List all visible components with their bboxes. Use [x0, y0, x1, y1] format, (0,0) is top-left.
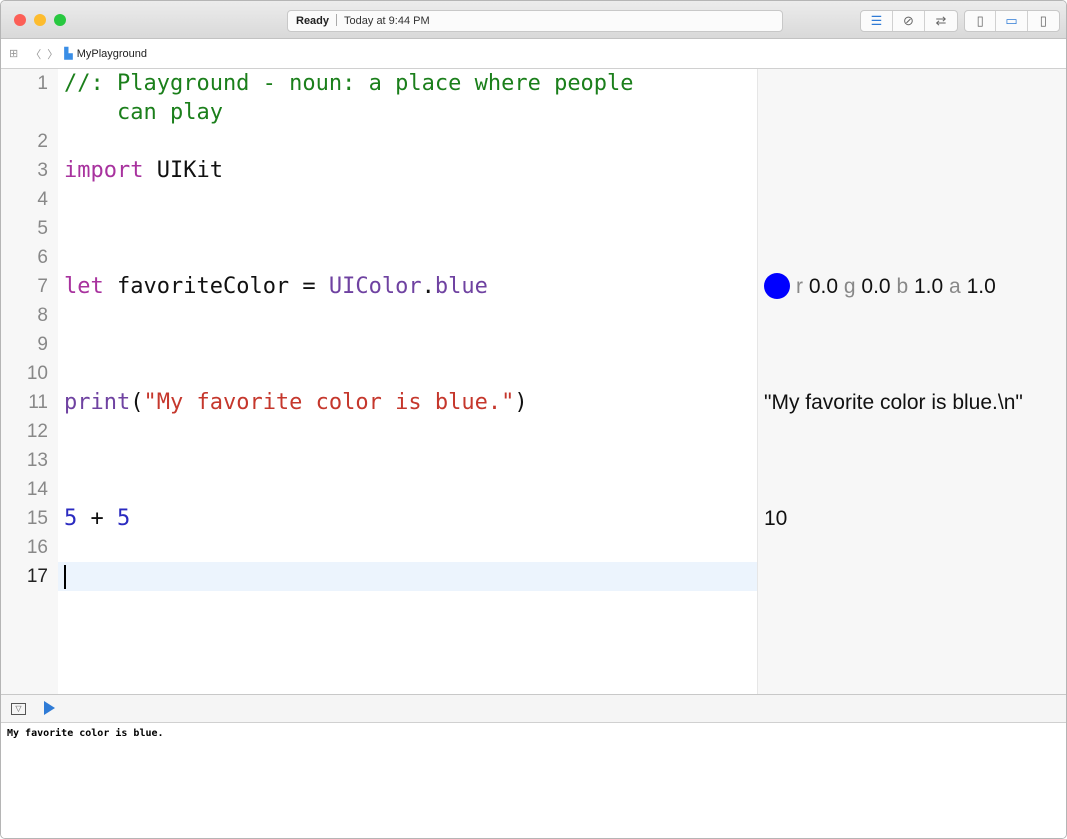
- r-value: 0.0: [808, 275, 839, 298]
- line-number: 13: [26, 450, 48, 471]
- chevron-right-icon[interactable]: 〉: [47, 46, 58, 62]
- line-number: 1: [37, 73, 48, 94]
- code-token-type: blue: [434, 274, 488, 299]
- utilities-toggle-icon[interactable]: ▯: [1028, 11, 1059, 31]
- minimize-button[interactable]: [34, 14, 46, 26]
- result-print[interactable]: "My favorite color is blue.\n": [764, 388, 1023, 417]
- g-label: g: [843, 275, 856, 298]
- line-number: 2: [37, 131, 48, 152]
- navigator-toggle-icon[interactable]: ▯: [965, 11, 997, 31]
- hide-debug-area-icon[interactable]: ▽: [11, 703, 26, 715]
- debug-area-toggle-icon[interactable]: ▭: [996, 11, 1028, 31]
- line-number: 9: [37, 334, 48, 355]
- breadcrumb-file[interactable]: MyPlayground: [77, 48, 147, 60]
- b-label: b: [896, 275, 909, 298]
- a-value: 1.0: [966, 275, 996, 298]
- line-number: 6: [37, 247, 48, 268]
- code-token-comment: can play: [64, 100, 223, 125]
- line-number-gutter: 1 2 3 4 5 6 7 8 9 10 11 12 13 14 15 16 17: [1, 69, 58, 694]
- r-label: r: [796, 275, 803, 298]
- code-token-num: 5: [64, 506, 78, 531]
- line-number: 12: [26, 421, 48, 442]
- line-number: 8: [37, 305, 48, 326]
- line-number: 5: [37, 218, 48, 239]
- code-line[interactable]: import UIKit: [64, 156, 223, 185]
- zoom-button[interactable]: [54, 14, 66, 26]
- status-timestamp: Today at 9:44 PM: [344, 15, 430, 27]
- line-number: 14: [26, 479, 48, 500]
- jump-bar: ⊞ 〈 〉 ▙ MyPlayground: [1, 39, 1066, 69]
- code-editor[interactable]: //: Playground - noun: a place where peo…: [58, 69, 757, 694]
- code-token-comment: //: Playground - noun: a place where peo…: [64, 71, 634, 96]
- line-number: 10: [26, 363, 48, 384]
- code-line[interactable]: let favoriteColor = UIColor.blue: [64, 272, 488, 301]
- status-text: Ready: [296, 15, 330, 27]
- color-swatch: [764, 273, 790, 299]
- result-sum[interactable]: 10: [764, 504, 787, 533]
- debug-bar: ▽: [1, 694, 1066, 723]
- b-value: 1.0: [914, 275, 944, 298]
- code-token-type: print: [64, 390, 131, 415]
- current-line-highlight: [58, 562, 757, 591]
- code-token-plain: +: [77, 506, 117, 531]
- a-label: a: [949, 275, 961, 298]
- standard-editor-icon[interactable]: ☰: [861, 11, 893, 31]
- activity-status: Ready Today at 9:44 PM: [287, 10, 783, 32]
- code-line[interactable]: can play: [64, 98, 223, 127]
- code-token-plain: .: [421, 274, 435, 299]
- code-token-plain: UIKit: [143, 158, 223, 183]
- title-bar: Ready Today at 9:44 PM ☰ ⊘ ⇄ ▯ ▭ ▯: [1, 1, 1066, 39]
- code-line[interactable]: print("My favorite color is blue."): [64, 388, 528, 417]
- line-number: 4: [37, 189, 48, 210]
- results-sidebar: r 0.0 g 0.0 b 1.0 a 1.0 "My favorite col…: [757, 69, 1066, 694]
- assistant-editor-icon[interactable]: ⊘: [893, 11, 925, 31]
- version-editor-icon[interactable]: ⇄: [925, 11, 957, 31]
- playground-window: Ready Today at 9:44 PM ☰ ⊘ ⇄ ▯ ▭ ▯ ⊞ 〈 〉 …: [0, 0, 1067, 839]
- play-icon[interactable]: [44, 701, 55, 715]
- line-number: 7: [37, 276, 48, 297]
- code-token-kw: import: [64, 158, 144, 183]
- line-number: 15: [26, 508, 48, 529]
- panel-toggle-group: ▯ ▭ ▯: [964, 10, 1060, 32]
- result-color[interactable]: r 0.0 g 0.0 b 1.0 a 1.0: [764, 272, 996, 301]
- console-output[interactable]: My favorite color is blue.: [1, 723, 1066, 838]
- playground-file-icon: ▙: [64, 48, 73, 60]
- code-line[interactable]: 5 + 5: [64, 504, 130, 533]
- code-token-plain: (: [130, 390, 144, 415]
- code-token-plain: ): [514, 390, 528, 415]
- code-token-type: UIColor: [328, 274, 422, 299]
- line-number: 11: [28, 392, 48, 413]
- code-token-kw: let: [64, 274, 104, 299]
- code-token-plain: favoriteColor =: [103, 274, 329, 299]
- text-cursor: [64, 565, 66, 589]
- line-number: 17: [26, 566, 48, 587]
- code-line[interactable]: //: Playground - noun: a place where peo…: [64, 69, 634, 98]
- chevron-left-icon[interactable]: 〈: [30, 46, 41, 62]
- g-value: 0.0: [861, 275, 891, 298]
- grid-icon[interactable]: ⊞: [9, 47, 18, 60]
- code-token-str: "My favorite color is blue.": [143, 390, 515, 415]
- close-button[interactable]: [14, 14, 26, 26]
- line-number: 3: [37, 160, 48, 181]
- line-number: 16: [26, 537, 48, 558]
- code-token-num: 5: [117, 506, 131, 531]
- editor-mode-group: ☰ ⊘ ⇄: [860, 10, 958, 32]
